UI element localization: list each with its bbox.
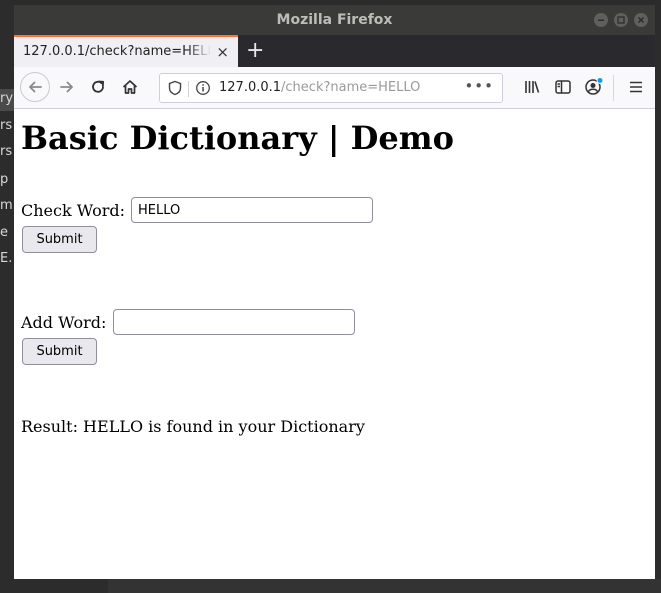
sidebar-button[interactable] (549, 73, 577, 101)
toolbar-divider (613, 75, 614, 101)
page-title: Basic Dictionary | Demo (21, 119, 454, 157)
navigation-bar: 127.0.0.1/check?name=HELLO ••• (14, 67, 655, 109)
desktop-text-fragment: m (0, 198, 13, 213)
maximize-icon (617, 16, 625, 24)
new-tab-button[interactable]: + (246, 38, 264, 63)
add-submit-button[interactable]: Submit (22, 338, 97, 365)
sidebar-icon (555, 80, 571, 94)
desktop-left-strip: ry rs rs p m e E. (0, 0, 14, 593)
close-icon (637, 16, 645, 24)
desktop-panel (108, 579, 661, 593)
back-button[interactable] (20, 72, 50, 102)
desktop-text-fragment: rs (0, 144, 13, 159)
result-text: Result: HELLO is found in your Dictionar… (21, 417, 365, 436)
address-bar[interactable]: 127.0.0.1/check?name=HELLO ••• (159, 73, 503, 103)
url-path: /check?name=HELLO (281, 80, 421, 95)
check-word-label: Check Word: (21, 201, 126, 220)
minimize-button[interactable] (594, 13, 608, 27)
library-button[interactable] (518, 73, 546, 101)
desktop-text-fragment: E. (0, 251, 13, 266)
url-text[interactable]: 127.0.0.1/check?name=HELLO (219, 80, 420, 95)
add-word-input[interactable] (113, 309, 355, 335)
maximize-button[interactable] (614, 13, 628, 27)
title-bar: Mozilla Firefox (14, 5, 655, 35)
account-icon (585, 77, 604, 95)
reload-icon (92, 80, 105, 93)
forward-button[interactable] (53, 73, 81, 101)
page-content: Basic Dictionary | Demo Check Word: Subm… (14, 109, 655, 579)
desktop-text-fragment: rs (0, 118, 13, 133)
library-icon (525, 81, 540, 93)
forward-arrow-icon (60, 81, 73, 93)
desktop-bottom-strip (0, 579, 661, 593)
minimize-icon (598, 19, 604, 21)
shield-icon (168, 80, 182, 96)
desktop-text-fragment: e (0, 225, 8, 240)
desktop-text-fragment: ry (0, 91, 14, 106)
menu-button[interactable] (622, 73, 650, 101)
home-icon (122, 80, 138, 94)
add-word-label: Add Word: (21, 313, 107, 332)
reload-button[interactable] (84, 73, 112, 101)
info-icon[interactable] (195, 80, 211, 96)
desktop-right-strip (655, 0, 661, 593)
home-button[interactable] (116, 73, 144, 101)
hamburger-menu-icon (630, 81, 642, 93)
back-arrow-icon (29, 81, 42, 93)
close-window-button[interactable] (634, 13, 648, 27)
tab-title: 127.0.0.1/check?name=HELLO (23, 44, 211, 59)
tab-close-button[interactable]: × (216, 43, 229, 61)
window-title: Mozilla Firefox (276, 12, 393, 28)
browser-window: Mozilla Firefox 127.0.0.1/check?name=HEL… (14, 5, 655, 579)
check-word-input[interactable] (131, 197, 373, 223)
check-submit-button[interactable]: Submit (22, 226, 97, 253)
account-button[interactable] (580, 73, 608, 101)
page-actions-button[interactable]: ••• (464, 77, 494, 95)
tab-active[interactable]: 127.0.0.1/check?name=HELLO × (14, 35, 238, 67)
desktop-text-fragment: p (0, 172, 9, 187)
urlbar-divider (188, 81, 189, 97)
tab-strip: 127.0.0.1/check?name=HELLO × + (14, 35, 655, 67)
url-host: 127.0.0.1 (219, 80, 282, 95)
